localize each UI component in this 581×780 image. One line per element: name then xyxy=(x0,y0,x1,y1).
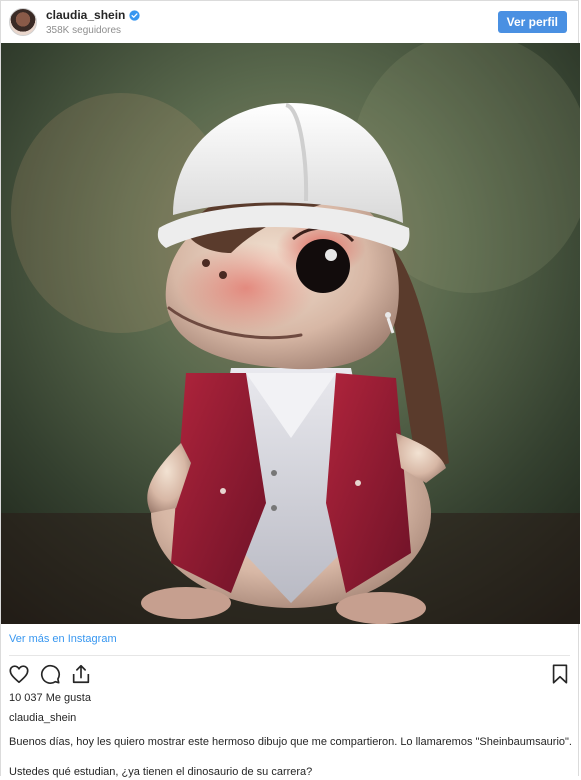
username[interactable]: claudia_shein xyxy=(46,8,125,23)
likes-count[interactable]: 10 037 Me gusta xyxy=(1,691,578,706)
bookmark-icon[interactable] xyxy=(549,663,571,685)
view-more-link[interactable]: Ver más en Instagram xyxy=(1,624,578,655)
caption-text: Ustedes qué estudian, ¿ya tienen el dino… xyxy=(9,766,313,778)
verified-badge-icon xyxy=(129,9,141,21)
comment-icon[interactable] xyxy=(39,663,61,685)
followers-count: 358K seguidores xyxy=(46,24,122,36)
avatar[interactable] xyxy=(9,8,37,36)
post-image[interactable] xyxy=(1,43,580,624)
user-info: claudia_shein 358K seguidores xyxy=(46,8,141,37)
caption-text: Buenos días, hoy les quiero mostrar este… xyxy=(9,736,572,748)
action-bar xyxy=(1,659,578,689)
dinosaur-illustration xyxy=(1,43,580,624)
view-profile-button[interactable]: Ver perfil xyxy=(497,11,567,33)
caption-username[interactable]: claudia_shein xyxy=(1,711,578,726)
share-icon[interactable] xyxy=(70,663,92,685)
username-row: claudia_shein xyxy=(46,8,141,23)
instagram-embed-card: claudia_shein 358K seguidores Ver perfil xyxy=(0,0,580,778)
divider xyxy=(9,655,570,656)
heart-icon[interactable] xyxy=(8,663,30,685)
post-header: claudia_shein 358K seguidores Ver perfil xyxy=(1,1,578,43)
